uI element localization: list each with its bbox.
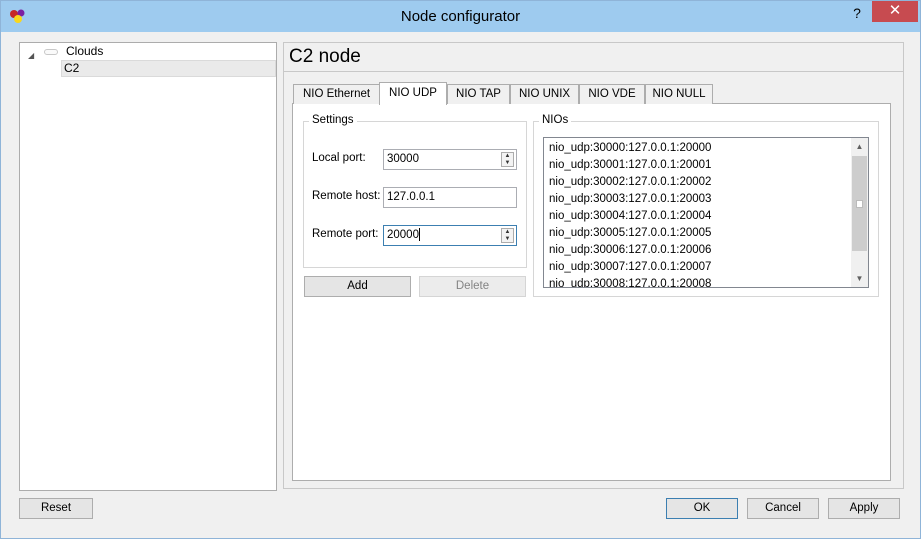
apply-button[interactable]: Apply [828,498,900,519]
nio-list[interactable]: nio_udp:30000:127.0.0.1:20000 nio_udp:30… [543,137,869,288]
list-item[interactable]: nio_udp:30004:127.0.0.1:20004 [549,208,711,225]
local-port-spinner[interactable]: ▲ ▼ [501,152,514,167]
local-port-label: Local port: [312,152,366,164]
node-title: C2 node [283,42,904,72]
list-item[interactable]: nio_udp:30003:127.0.0.1:20003 [549,191,711,208]
cloud-icon [44,49,58,55]
help-button[interactable]: ? [846,3,868,25]
list-item[interactable]: nio_udp:30001:127.0.0.1:20001 [549,157,711,174]
tree-item-label: C2 [64,61,80,75]
tab-nio-ethernet[interactable]: NIO Ethernet [293,84,380,104]
title-bar[interactable]: Node configurator ? ✕ [1,1,920,32]
tab-nio-udp[interactable]: NIO UDP [379,82,447,105]
scroll-up-icon[interactable]: ▲ [851,138,868,155]
reset-button[interactable]: Reset [19,498,93,519]
spin-down-icon[interactable]: ▼ [502,236,513,243]
remote-host-input[interactable]: 127.0.0.1 [383,187,517,208]
remote-port-input[interactable]: 20000 ▲ ▼ [383,225,517,246]
cancel-button[interactable]: Cancel [747,498,819,519]
remote-host-value: 127.0.0.1 [387,191,435,203]
tab-nio-tap[interactable]: NIO TAP [447,84,510,104]
scroll-down-icon[interactable]: ▼ [851,270,868,287]
list-item[interactable]: nio_udp:30002:127.0.0.1:20002 [549,174,711,191]
scroll-thumb[interactable] [852,156,867,251]
local-port-input[interactable]: 30000 ▲ ▼ [383,149,517,170]
delete-button[interactable]: Delete [419,276,526,297]
settings-group-label: Settings [309,114,357,126]
list-item[interactable]: nio_udp:30008:127.0.0.1:20008 [549,276,711,287]
tab-nio-vde[interactable]: NIO VDE [579,84,645,104]
add-button[interactable]: Add [304,276,411,297]
remote-port-label: Remote port: [312,228,379,240]
remote-port-spinner[interactable]: ▲ ▼ [501,228,514,243]
remote-host-label: Remote host: [312,190,381,202]
list-item[interactable]: nio_udp:30000:127.0.0.1:20000 [549,140,711,157]
node-tree[interactable]: ◢ Clouds C2 [19,42,277,491]
remote-port-value: 20000 [387,229,419,241]
list-item[interactable]: nio_udp:30006:127.0.0.1:20006 [549,242,711,259]
spin-down-icon[interactable]: ▼ [502,160,513,167]
grip-icon [856,200,863,208]
spin-up-icon[interactable]: ▲ [502,229,513,236]
collapse-arrow-icon[interactable]: ◢ [28,47,34,64]
text-caret [418,228,420,242]
nio-list-scrollbar[interactable]: ▲ ▼ [851,138,868,287]
list-item[interactable]: nio_udp:30007:127.0.0.1:20007 [549,259,711,276]
tree-item-clouds[interactable]: ◢ Clouds [20,43,276,60]
window-title: Node configurator [400,8,521,25]
spin-up-icon[interactable]: ▲ [502,153,513,160]
tab-nio-unix[interactable]: NIO UNIX [510,84,579,104]
nios-group-label: NIOs [539,114,572,126]
tree-item-label: Clouds [66,44,104,58]
tab-nio-null[interactable]: NIO NULL [645,84,713,104]
list-item[interactable]: nio_udp:30005:127.0.0.1:20005 [549,225,711,242]
tree-item-c2[interactable]: C2 [61,60,276,77]
close-button[interactable]: ✕ [872,1,918,22]
local-port-value: 30000 [387,153,419,165]
ok-button[interactable]: OK [666,498,738,519]
